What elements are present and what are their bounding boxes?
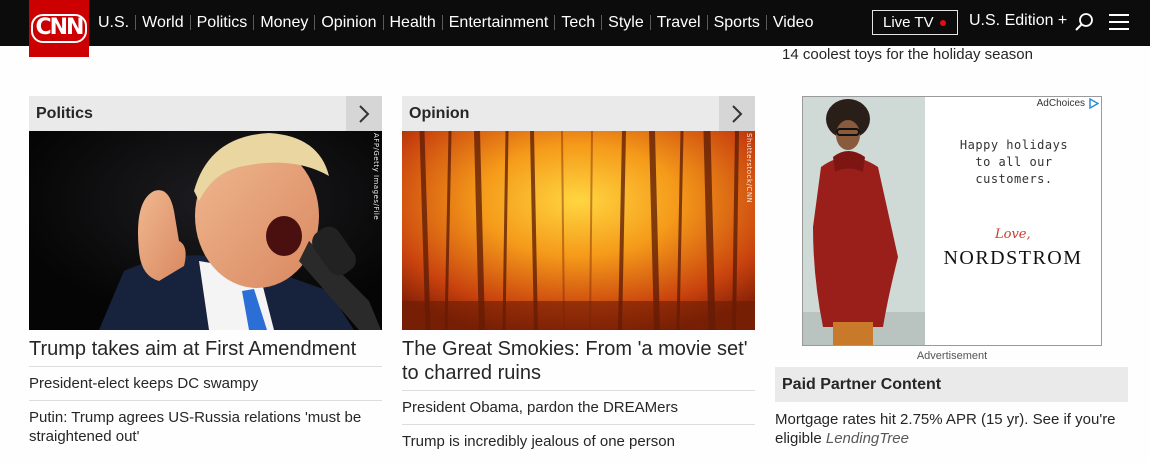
nordstrom-advertisement[interactable]: AdChoices Happy holidays to all our cust…	[802, 96, 1102, 346]
opinion-section-title[interactable]: Opinion	[409, 105, 469, 123]
politics-hero-image[interactable]: AFP/Getty Images/File	[29, 131, 382, 330]
nav-link-style[interactable]: Style	[601, 14, 650, 30]
edition-selector[interactable]: U.S. Edition +	[969, 12, 1067, 30]
nav-link-us[interactable]: U.S.	[98, 14, 135, 30]
ad-message-line: Happy holidays	[959, 138, 1069, 152]
politics-section-title[interactable]: Politics	[36, 105, 93, 123]
ad-signature: Love,	[995, 227, 1031, 242]
nav-link-opinion[interactable]: Opinion	[314, 14, 382, 30]
advertisement-label: Advertisement	[916, 350, 988, 362]
menu-icon[interactable]	[1109, 13, 1129, 31]
ad-model-photo	[803, 97, 925, 345]
nav-link-video[interactable]: Video	[765, 14, 820, 30]
politics-list-item[interactable]: President-elect keeps DC swampy	[29, 366, 382, 400]
opinion-list-item[interactable]: Trump is incredibly jealous of one perso…	[402, 424, 755, 458]
ad-message-line: customers.	[975, 172, 1053, 186]
nav-link-world[interactable]: World	[135, 14, 190, 30]
live-tv-button[interactable]: Live TV	[872, 10, 958, 35]
live-tv-label: Live TV	[883, 14, 934, 31]
nav-link-health[interactable]: Health	[382, 14, 442, 30]
cnn-logo[interactable]: CNN	[29, 0, 89, 57]
ad-message: Happy holidays to all our customers.	[929, 137, 1099, 188]
nav-link-money[interactable]: Money	[253, 14, 314, 30]
politics-section-header: Politics	[29, 96, 382, 131]
live-indicator-dot	[940, 20, 946, 26]
ad-message-line: to all our	[975, 155, 1053, 169]
nav-link-politics[interactable]: Politics	[189, 14, 254, 30]
nav-link-travel[interactable]: Travel	[649, 14, 707, 30]
chevron-right-icon	[732, 105, 743, 123]
top-navigation-bar: CNN U.S. World Politics Money Opinion He…	[0, 0, 1150, 57]
opinion-hero-image[interactable]: Shutterstock/CNN	[402, 131, 755, 330]
cnn-logo-text: CNN	[30, 14, 88, 43]
nav-link-tech[interactable]: Tech	[554, 14, 601, 30]
paid-partner-item[interactable]: Mortgage rates hit 2.75% APR (15 yr). Se…	[775, 410, 1128, 448]
opinion-headline[interactable]: The Great Smokies: From 'a movie set' to…	[402, 330, 755, 390]
adchoices-label: AdChoices	[1036, 98, 1085, 109]
opinion-section-header: Opinion	[402, 96, 755, 131]
politics-photo-credit: AFP/Getty Images/File	[372, 133, 380, 221]
adchoices-link[interactable]: AdChoices	[1037, 98, 1099, 109]
politics-column: Politics AFP/Getty Images/File Trump tak…	[29, 96, 382, 453]
nav-link-entertainment[interactable]: Entertainment	[441, 14, 555, 30]
politics-headline[interactable]: Trump takes aim at First Amendment	[29, 330, 382, 366]
chevron-right-icon	[359, 105, 370, 123]
opinion-list-item[interactable]: President Obama, pardon the DREAMers	[402, 390, 755, 424]
nordstrom-logo: NORDSTROM	[943, 247, 1083, 269]
paid-partner-title: Paid Partner Content	[782, 376, 942, 393]
opinion-column: Opinion Shutterstock/CNN The Great Smoki…	[402, 96, 755, 458]
speaker-photo	[29, 131, 382, 330]
paid-partner-sponsor: LendingTree	[825, 430, 909, 447]
smoky-forest-photo	[402, 131, 755, 330]
search-icon[interactable]	[1074, 12, 1094, 32]
paid-partner-header: Paid Partner Content	[775, 367, 1128, 402]
top-story-link[interactable]: 14 coolest toys for the holiday season	[782, 46, 1033, 63]
politics-more-button[interactable]	[346, 96, 382, 131]
nav-links: U.S. World Politics Money Opinion Health…	[98, 0, 819, 44]
nav-link-sports[interactable]: Sports	[706, 14, 766, 30]
politics-list-item[interactable]: Putin: Trump agrees US-Russia relations …	[29, 400, 382, 453]
opinion-photo-credit: Shutterstock/CNN	[745, 133, 753, 204]
opinion-more-button[interactable]	[719, 96, 755, 131]
adchoices-icon	[1089, 98, 1099, 109]
